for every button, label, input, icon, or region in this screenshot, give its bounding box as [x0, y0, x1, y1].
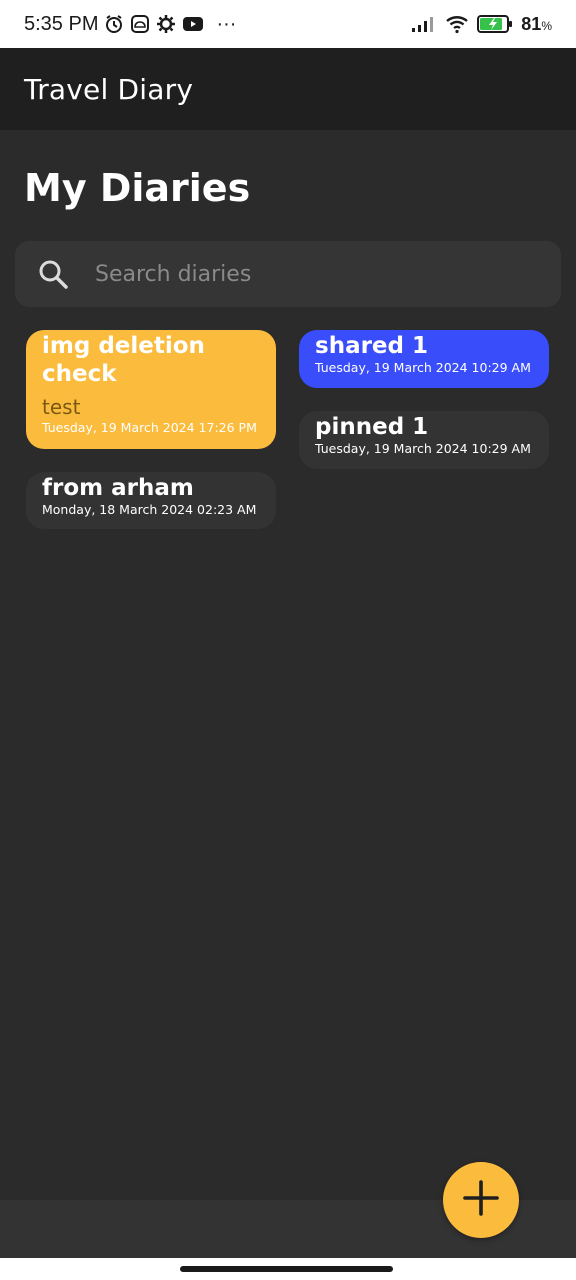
- search-input[interactable]: [95, 261, 495, 287]
- more-icon: ···: [216, 12, 237, 35]
- app-bar: Travel Diary: [0, 48, 576, 130]
- app-title: Travel Diary: [24, 72, 194, 106]
- battery-percent: 81%: [521, 13, 552, 34]
- diary-card-pinned-1[interactable]: pinned 1 Tuesday, 19 March 2024 10:29 AM: [299, 411, 549, 469]
- cloud-icon: [130, 14, 150, 34]
- signal-icon: [411, 15, 437, 33]
- page-title: My Diaries: [24, 166, 251, 210]
- wifi-icon: [445, 14, 469, 34]
- diary-card-img-deletion-check[interactable]: img deletion check test Tuesday, 19 Marc…: [26, 330, 276, 449]
- add-diary-button[interactable]: [443, 1162, 519, 1238]
- diary-card-title: pinned 1: [315, 414, 429, 440]
- diary-card-shared-1[interactable]: shared 1 Tuesday, 19 March 2024 10:29 AM: [299, 330, 549, 388]
- diary-card-date: Tuesday, 19 March 2024 17:26 PM: [42, 420, 257, 435]
- diary-card-date: Tuesday, 19 March 2024 10:29 AM: [315, 360, 531, 375]
- status-bar: 5:35 PM ··· 81%: [0, 0, 576, 48]
- diary-card-title: from arham: [42, 475, 194, 501]
- home-gesture-handle[interactable]: [180, 1266, 393, 1272]
- diary-card-date: Tuesday, 19 March 2024 10:29 AM: [315, 441, 531, 456]
- diary-card-title: img deletion check: [42, 333, 205, 387]
- diary-card-title: shared 1: [315, 333, 429, 359]
- settings-icon: [156, 14, 176, 34]
- battery-icon: [477, 14, 513, 34]
- status-bar-left: 5:35 PM ···: [24, 13, 236, 36]
- status-bar-right: 81%: [411, 14, 552, 35]
- status-time: 5:35 PM: [24, 12, 99, 35]
- diary-card-from-arham[interactable]: from arham Monday, 18 March 2024 02:23 A…: [26, 472, 276, 529]
- youtube-icon: [182, 15, 204, 33]
- search-bar[interactable]: [15, 241, 561, 307]
- search-icon: [37, 258, 69, 290]
- diary-card-body: test: [42, 395, 81, 419]
- alarm-icon: [104, 14, 124, 34]
- plus-icon: [462, 1179, 500, 1221]
- diary-card-date: Monday, 18 March 2024 02:23 AM: [42, 502, 257, 517]
